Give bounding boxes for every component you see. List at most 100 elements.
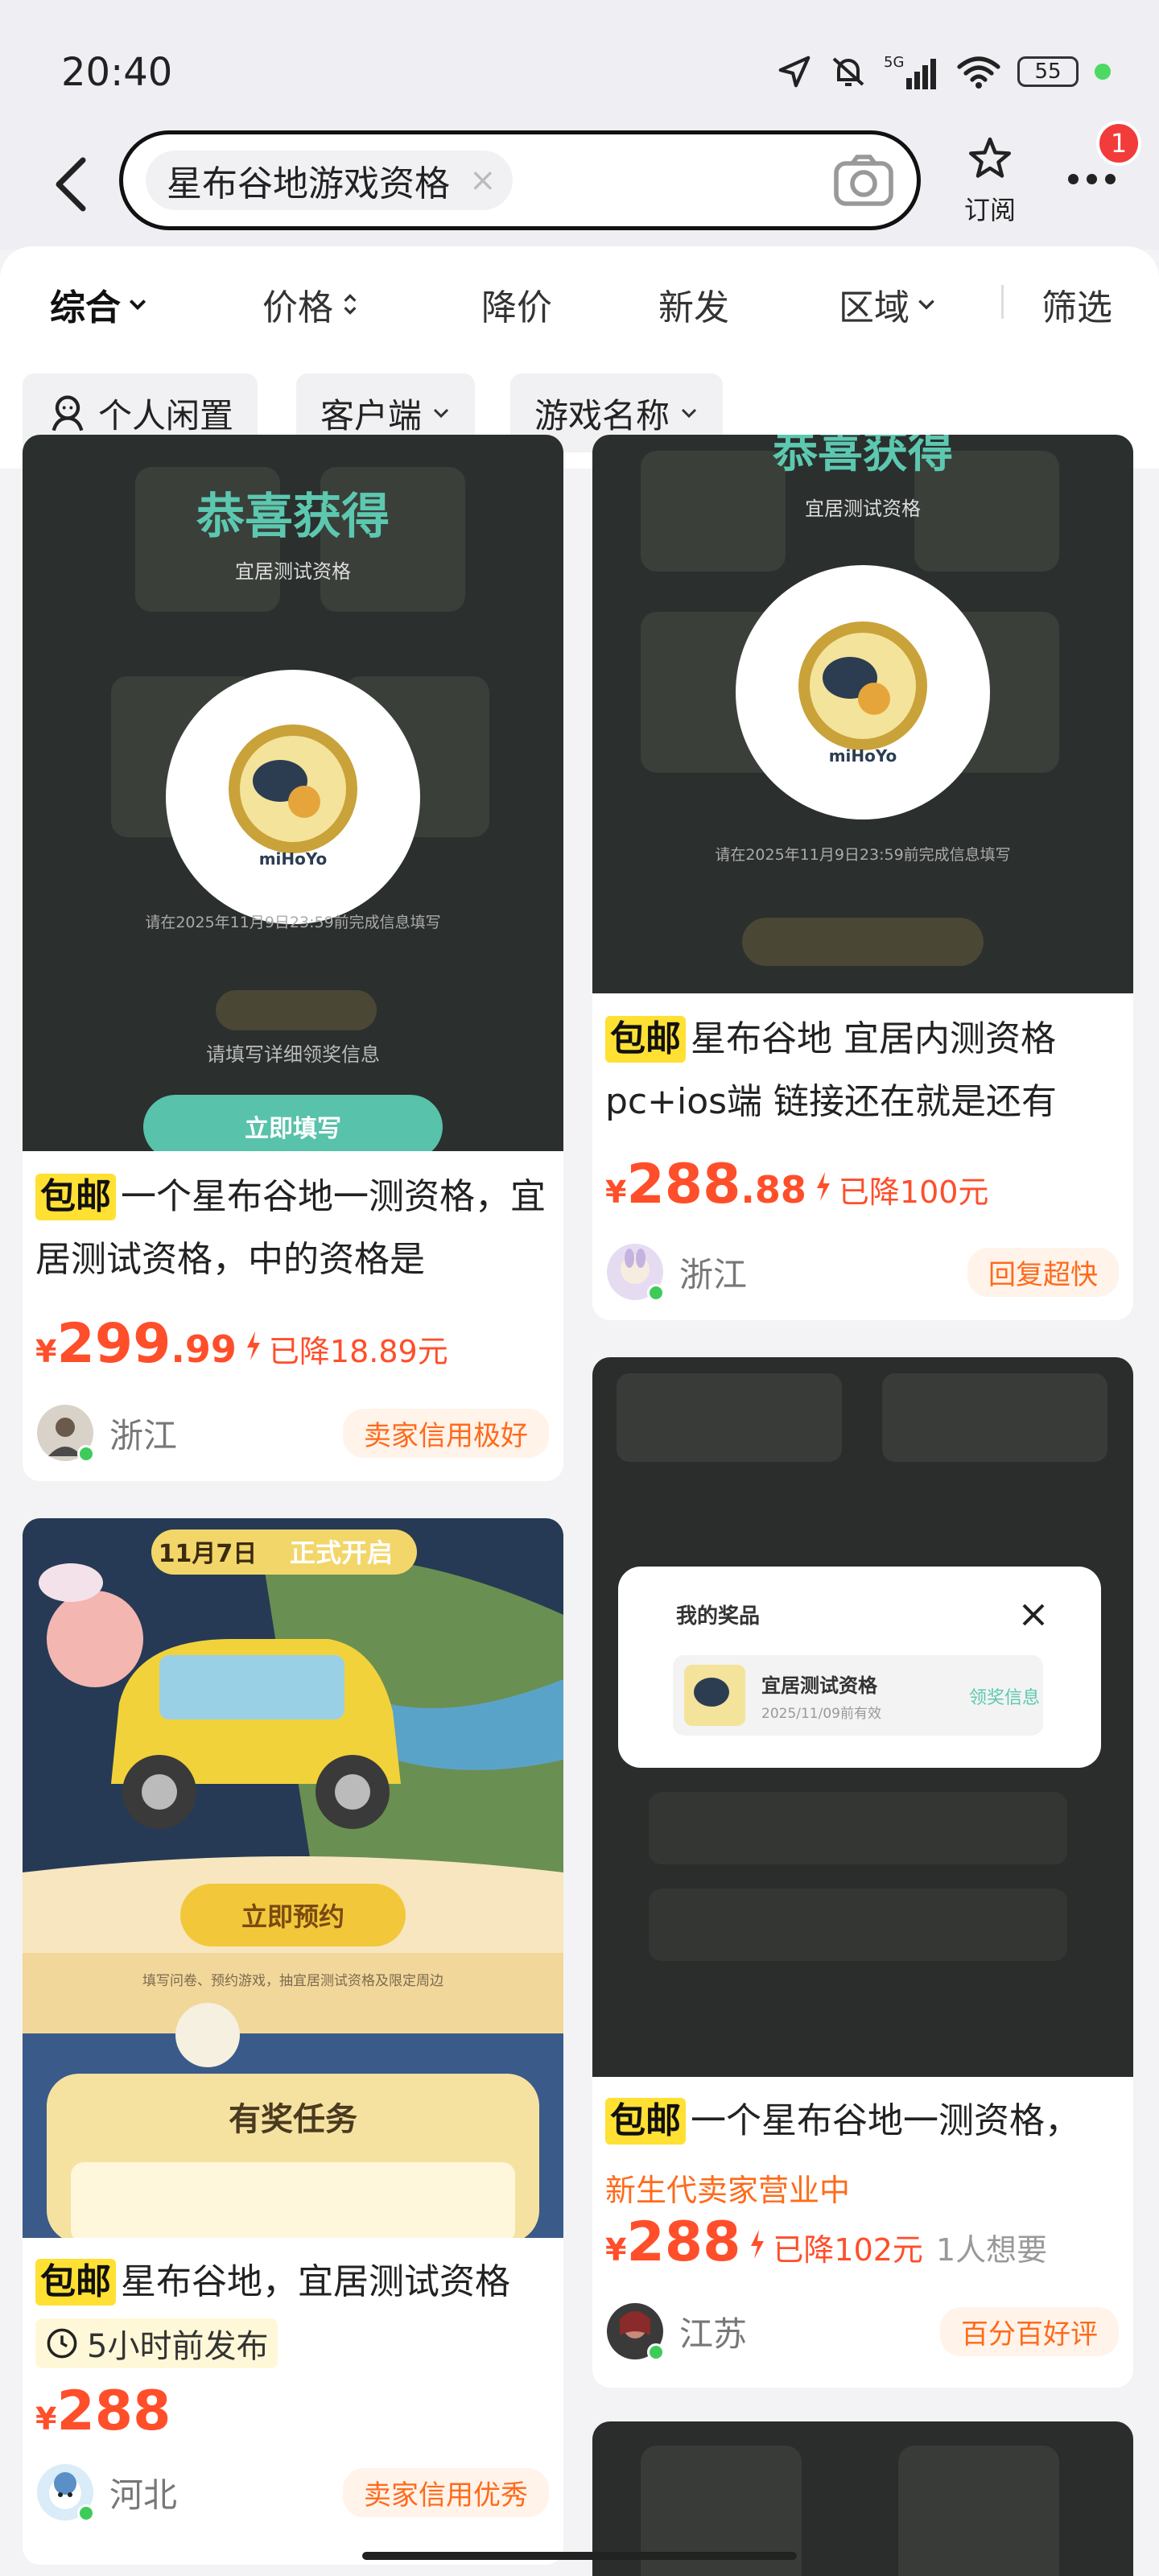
fill-button-text: 立即填写 — [245, 1115, 341, 1143]
promo-button-text: 立即预约 — [241, 1901, 344, 1932]
status-icons: 5G 55 — [776, 52, 1111, 92]
promo-task-text: 有奖任务 — [229, 2101, 357, 2138]
listing-title: 包邮 一个星布谷地一测资格，宜居测试资格，中的资格是 — [35, 1166, 551, 1291]
seller-row[interactable]: 浙江 回复超快 — [607, 1240, 1119, 1304]
currency-symbol: ¥ — [35, 2401, 57, 2437]
listing-title: 包邮 一个星布谷地一测资格， — [605, 2090, 1120, 2153]
avatar[interactable] — [607, 1244, 665, 1302]
more-menu-button[interactable] — [1059, 163, 1124, 195]
seller-region: 江苏 — [679, 2314, 748, 2354]
congrats-sub: 宜居测试资格 — [805, 497, 921, 520]
avatar[interactable] — [37, 1405, 95, 1463]
avatar[interactable] — [607, 2303, 665, 2361]
wants-count: 1人想要 — [935, 2232, 1048, 2268]
listing-image[interactable]: 我的奖品 宜居测试资格 2025/11/09前有效 领奖信息 — [592, 1357, 1133, 2077]
price-row: ¥ 288 — [35, 2380, 171, 2443]
price-integer: 288 — [626, 2211, 741, 2274]
subscribe-button[interactable]: 订阅 — [958, 135, 1022, 227]
tab-price-drop[interactable]: 降价 — [481, 279, 552, 330]
search-header: 星布谷地游戏资格 × 订阅 1 — [0, 121, 1159, 250]
chevron-down-icon — [433, 408, 449, 419]
seller-row[interactable]: 江苏 百分百好评 — [607, 2299, 1119, 2363]
free-shipping-badge: 包邮 — [605, 2098, 686, 2145]
listing-card[interactable]: 恭喜获得 宜居测试资格 miHoYo 请在2025年11月9日23:59前完成信… — [23, 435, 563, 1481]
price-integer: 288 — [56, 2380, 171, 2443]
currency-symbol: ¥ — [35, 1334, 57, 1369]
back-button[interactable] — [42, 148, 98, 221]
person-chat-icon — [52, 395, 84, 431]
privacy-dot — [1095, 64, 1111, 80]
listing-title-text: 星布谷地，宜居测试资格 — [121, 2261, 510, 2302]
subscribe-label: 订阅 — [963, 195, 1016, 225]
prize-name: 宜居测试资格 — [761, 1674, 878, 1697]
seller-row[interactable]: 浙江 卖家信用极好 — [37, 1401, 549, 1465]
listing-card[interactable]: 11月7日 正式开启 立即预约 填写问卷、预约游戏，抽宜居测试资格及限定周边 有… — [23, 1518, 563, 2565]
deadline-text: 请在2025年11月9日23:59前完成信息填写 — [715, 846, 1010, 864]
congrats-title: 恭喜获得 — [772, 435, 953, 478]
price-decimal: .88 — [740, 1168, 806, 1212]
status-time: 20:40 — [61, 50, 173, 95]
listing-image[interactable]: 恭喜获得 宜居测试资格 miHoYo 请在2025年11月9日23:59前完成信… — [592, 435, 1133, 993]
seller-region: 浙江 — [109, 1415, 178, 1455]
tab-label: 筛选 — [1041, 287, 1112, 328]
chip-label: 游戏名称 — [534, 395, 670, 436]
price-row: ¥ 299 .99 已降18.89元 — [35, 1312, 448, 1376]
posted-time-text: 5小时前发布 — [87, 2328, 269, 2365]
logo-text: miHoYo — [259, 849, 328, 869]
prize-action: 领奖信息 — [969, 1688, 1040, 1708]
notification-badge: 1 — [1096, 121, 1141, 166]
listing-card[interactable]: 我的奖品 宜居测试资格 2025/11/09前有效 领奖信息 包邮 一个星布谷地一… — [592, 1357, 1133, 2388]
congrats-sub: 宜居测试资格 — [235, 560, 351, 583]
tab-label: 价格 — [262, 287, 333, 328]
search-query-text: 星布谷地游戏资格 — [167, 163, 450, 204]
posted-time: 5小时前发布 — [35, 2318, 278, 2368]
price-integer: 288 — [626, 1153, 741, 1216]
location-icon — [778, 56, 810, 88]
listing-image[interactable]: 11月7日 正式开启 立即预约 填写问卷、预约游戏，抽宜居测试资格及限定周边 有… — [23, 1518, 563, 2238]
avatar[interactable] — [37, 2464, 95, 2522]
listing-image[interactable]: 恭喜获得 宜居测试资格 miHoYo 请在2025年11月9日23:59前完成信… — [23, 435, 563, 1151]
search-input[interactable]: 星布谷地游戏资格 × — [119, 130, 921, 230]
online-status-dot — [77, 2504, 95, 2522]
price-integer: 299 — [56, 1312, 171, 1376]
free-shipping-badge: 包邮 — [35, 1174, 116, 1220]
tab-label: 综合 — [50, 287, 121, 328]
tab-label: 新发 — [658, 287, 729, 328]
tab-price[interactable]: 价格 — [262, 279, 361, 330]
lightning-icon — [246, 1331, 260, 1360]
listing-title: 包邮 星布谷地，宜居测试资格 — [35, 2251, 551, 2314]
tab-new[interactable]: 新发 — [658, 279, 729, 330]
tab-label: 降价 — [481, 287, 552, 328]
tab-comprehensive[interactable]: 综合 — [50, 279, 148, 330]
sort-bar: 综合 价格 降价 新发 区域 筛选 — [0, 246, 1159, 356]
free-shipping-badge: 包邮 — [605, 1016, 686, 1063]
camera-icon[interactable] — [833, 154, 894, 207]
seller-region: 浙江 — [679, 1254, 748, 1294]
star-pin-icon — [969, 137, 1011, 178]
promo-desc: 填写问卷、预约游戏，抽宜居测试资格及限定周边 — [142, 1973, 443, 1989]
listing-card[interactable]: 恭喜获得 宜居测试资格 miHoYo 请在2025年11月9日23:59前完成信… — [592, 435, 1133, 1320]
chevron-left-icon — [56, 157, 86, 212]
seller-status-text: 新生代卖家营业中 — [605, 2173, 851, 2208]
promo-open: 正式开启 — [290, 1538, 393, 1568]
clear-query-icon[interactable]: × — [469, 162, 497, 199]
free-shipping-badge: 包邮 — [35, 2259, 116, 2306]
tab-filter[interactable]: 筛选 — [1041, 279, 1112, 330]
lightning-icon — [751, 2230, 765, 2259]
online-status-dot — [77, 1445, 95, 1463]
seller-region: 河北 — [109, 2475, 178, 2515]
seller-tag: 百分百好评 — [940, 2306, 1119, 2356]
price-row: ¥ 288 .88 已降100元 — [605, 1153, 988, 1216]
tab-region[interactable]: 区域 — [839, 279, 937, 330]
congrats-title: 恭喜获得 — [196, 489, 390, 545]
search-query-chip[interactable]: 星布谷地游戏资格 × — [146, 151, 513, 210]
home-indicator[interactable] — [362, 2552, 797, 2560]
price-row: ¥ 288 已降102元 1人想要 — [605, 2211, 1047, 2274]
app-root: { "status": {"time": "20:40", "signal_la… — [0, 0, 1159, 2576]
divider — [1001, 285, 1004, 319]
status-bar: 20:40 5G 55 — [0, 0, 1159, 137]
currency-symbol: ¥ — [605, 1174, 627, 1210]
seller-row[interactable]: 河北 卖家信用优秀 — [37, 2460, 549, 2524]
seller-tag: 回复超快 — [967, 1247, 1119, 1297]
chip-label: 个人闲置 — [98, 395, 234, 436]
